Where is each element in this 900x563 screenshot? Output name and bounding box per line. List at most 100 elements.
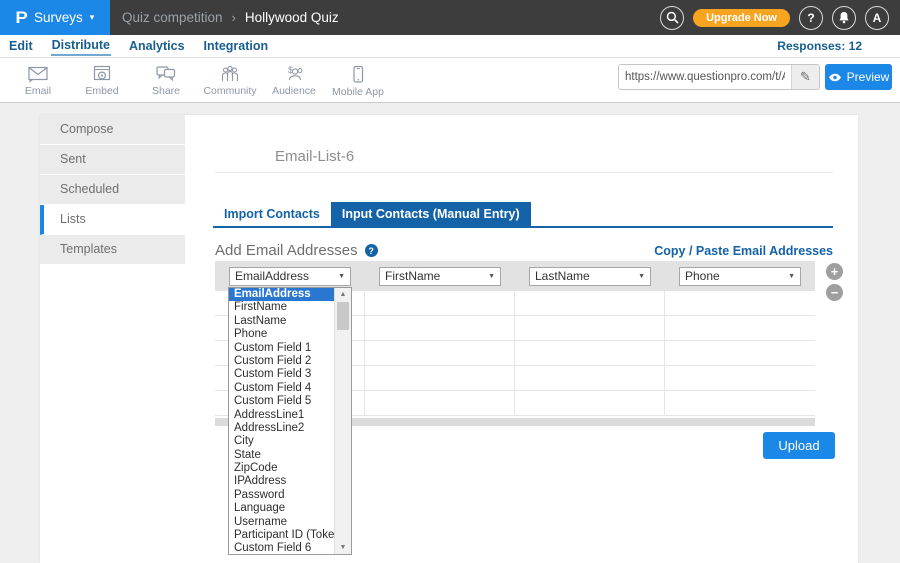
table-cell[interactable] [365,341,515,365]
community-icon [219,65,241,83]
survey-nav: Edit Distribute Analytics Integration Re… [0,35,900,58]
scroll-down-icon[interactable]: ▼ [335,541,351,554]
tab-input-contacts-manual[interactable]: Input Contacts (Manual Entry) [331,202,531,226]
search-button[interactable] [660,6,684,30]
dropdown-option-custom-field-6[interactable]: Custom Field 6 [229,542,334,554]
edit-url-button[interactable]: ✎ [791,64,819,90]
table-cell[interactable] [665,366,815,390]
tab-underline [213,226,833,228]
breadcrumb-folder[interactable]: Quiz competition [122,10,223,25]
dropdown-option-participant-id[interactable]: Participant ID (Tokens) [229,529,334,542]
table-cell[interactable] [665,341,815,365]
table-cell[interactable] [665,316,815,340]
dropdown-option-lastname[interactable]: LastName [229,315,334,328]
field-dropdown-list: EmailAddress FirstName LastName Phone Cu… [228,287,352,555]
topbar-actions: Upgrade Now ? A [660,6,900,30]
dropdown-option-username[interactable]: Username [229,516,334,529]
toolbar-audience[interactable]: $ Audience [262,63,326,97]
toolbar-share[interactable]: Share [134,63,198,97]
help-icon[interactable]: ? [365,244,378,257]
sidebar-item-lists[interactable]: Lists [40,205,185,235]
dropdown-option-custom-field-1[interactable]: Custom Field 1 [229,342,334,355]
bell-icon [838,11,850,24]
help-button[interactable]: ? [799,6,823,30]
copy-paste-email-link[interactable]: Copy / Paste Email Addresses [654,244,833,258]
column-4: Phone ▼ [665,261,815,291]
column-select-phone[interactable]: Phone ▼ [679,267,801,286]
avatar-letter: A [873,11,882,25]
toolbar-email[interactable]: Email [6,63,70,97]
dropdown-scrollbar[interactable]: ▲ ▼ [334,288,351,554]
dropdown-option-zipcode[interactable]: ZipCode [229,462,334,475]
table-cell[interactable] [515,341,665,365]
add-row-button[interactable]: + [826,263,843,280]
dropdown-option-custom-field-2[interactable]: Custom Field 2 [229,355,334,368]
dropdown-option-firstname[interactable]: FirstName [229,301,334,314]
sidebar-item-sent[interactable]: Sent [40,145,185,175]
email-icon [27,65,49,83]
column-select-lastname[interactable]: LastName ▼ [529,267,651,286]
dropdown-option-language[interactable]: Language [229,502,334,515]
title-divider [215,172,833,173]
table-cell[interactable] [665,391,815,415]
table-cell[interactable] [365,391,515,415]
plus-icon: + [831,264,839,279]
dropdown-option-custom-field-4[interactable]: Custom Field 4 [229,382,334,395]
notifications-button[interactable] [832,6,856,30]
preview-button[interactable]: Preview [825,64,892,90]
field-dropdown-options: EmailAddress FirstName LastName Phone Cu… [229,288,334,554]
table-cell[interactable] [515,366,665,390]
question-mark-icon: ? [807,11,814,25]
upload-button[interactable]: Upload [763,432,835,459]
scroll-up-icon[interactable]: ▲ [335,288,351,301]
dropdown-option-emailaddress[interactable]: EmailAddress [229,288,334,301]
mobile-app-icon [351,65,365,84]
dropdown-option-custom-field-5[interactable]: Custom Field 5 [229,395,334,408]
dropdown-option-addressline2[interactable]: AddressLine2 [229,422,334,435]
table-cell[interactable] [365,366,515,390]
survey-url-field: ✎ [618,64,820,90]
tab-import-contacts[interactable]: Import Contacts [213,202,331,226]
dropdown-option-state[interactable]: State [229,449,334,462]
pencil-icon: ✎ [800,69,811,85]
table-cell[interactable] [515,316,665,340]
sidebar-item-compose[interactable]: Compose [40,115,185,145]
toolbar-embed[interactable]: Embed [70,63,134,97]
dropdown-option-addressline1[interactable]: AddressLine1 [229,409,334,422]
survey-url-input[interactable] [619,71,791,83]
upgrade-now-button[interactable]: Upgrade Now [693,9,790,27]
responses-count[interactable]: Responses: 12 [777,39,862,53]
toolbar-mobile-app[interactable]: Mobile App [326,63,390,98]
column-3: LastName ▼ [515,261,665,291]
eye-icon [828,73,842,82]
account-avatar[interactable]: A [865,6,889,30]
table-cell[interactable] [515,291,665,315]
dropdown-option-ipaddress[interactable]: IPAddress [229,475,334,488]
embed-icon [92,65,112,83]
dropdown-option-phone[interactable]: Phone [229,328,334,341]
toolbar-community[interactable]: Community [198,63,262,97]
email-sidebar: Compose Sent Scheduled Lists Templates [40,115,185,265]
surveys-product-menu[interactable]: P Surveys ▾ [0,0,110,35]
table-cell[interactable] [515,391,665,415]
dropdown-option-password[interactable]: Password [229,489,334,502]
breadcrumb-survey-name: Hollywood Quiz [245,10,339,25]
nav-distribute[interactable]: Distribute [51,36,111,56]
sidebar-item-scheduled[interactable]: Scheduled [40,175,185,205]
dropdown-option-city[interactable]: City [229,435,334,448]
nav-edit[interactable]: Edit [8,37,34,55]
column-select-firstname[interactable]: FirstName ▼ [379,267,501,286]
questionpro-logo-icon: P [15,8,27,28]
nav-analytics[interactable]: Analytics [128,37,186,55]
remove-row-button[interactable]: − [826,284,843,301]
nav-integration[interactable]: Integration [203,37,270,55]
table-cell[interactable] [665,291,815,315]
dropdown-option-custom-field-3[interactable]: Custom Field 3 [229,368,334,381]
chevron-down-icon: ▾ [90,12,95,23]
table-cell[interactable] [365,316,515,340]
scrollbar-thumb[interactable] [337,302,349,330]
table-cell[interactable] [365,291,515,315]
column-select-emailaddress[interactable]: EmailAddress ▼ [229,267,351,286]
email-list-title: Email-List-6 [275,148,354,165]
sidebar-item-templates[interactable]: Templates [40,235,185,265]
